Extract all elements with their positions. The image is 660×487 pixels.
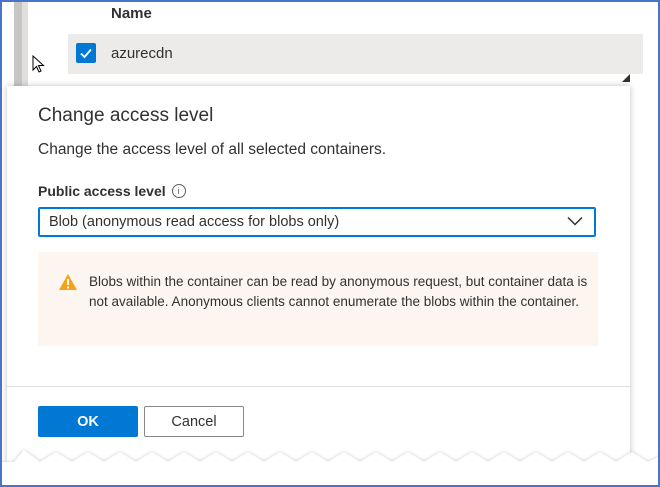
mouse-cursor-icon bbox=[32, 55, 45, 73]
torn-edge-decoration bbox=[0, 450, 660, 487]
checkmark-icon bbox=[80, 48, 92, 59]
dropdown-selected-value: Blob (anonymous read access for blobs on… bbox=[49, 214, 340, 230]
public-access-level-dropdown[interactable]: Blob (anonymous read access for blobs on… bbox=[38, 207, 596, 237]
footer-divider bbox=[7, 386, 630, 387]
row-checkbox[interactable] bbox=[76, 43, 96, 63]
chevron-down-icon bbox=[567, 216, 583, 226]
resize-handle-icon[interactable] bbox=[622, 74, 630, 82]
panel-title: Change access level bbox=[38, 105, 214, 126]
panel-subtitle: Change the access level of all selected … bbox=[38, 141, 387, 158]
warning-icon bbox=[59, 274, 77, 290]
public-access-level-label: Public access level i bbox=[38, 183, 186, 199]
column-header-name[interactable]: Name bbox=[111, 5, 152, 22]
warning-text: Blobs within the container can be read b… bbox=[89, 274, 588, 309]
info-icon[interactable]: i bbox=[171, 184, 186, 198]
row-label[interactable]: azurecdn bbox=[111, 45, 173, 62]
warning-message-bar: Blobs within the container can be read b… bbox=[38, 252, 598, 346]
change-access-level-panel: Change access level Change the access le… bbox=[7, 86, 630, 462]
